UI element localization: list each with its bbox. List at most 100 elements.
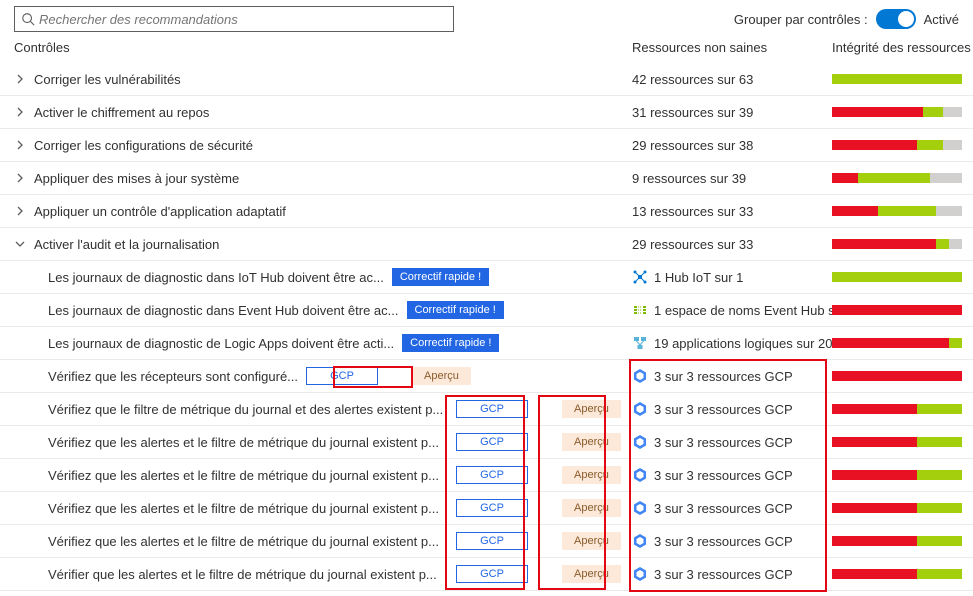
health-bar <box>832 404 962 414</box>
unhealthy-resources: 19 applications logiques sur 20 <box>632 335 832 351</box>
recommendation-row[interactable]: Vérifiez que les alertes et le filtre de… <box>0 459 973 492</box>
health-bar <box>832 239 962 249</box>
header-unhealthy: Ressources non saines <box>632 40 832 55</box>
gcp-icon <box>632 533 648 549</box>
row-label: Vérifiez que les alertes et le filtre de… <box>48 534 448 549</box>
health-bar <box>832 569 962 579</box>
iothub-icon <box>632 269 648 285</box>
header-controls: Contrôles <box>14 40 632 55</box>
row-label: Vérifiez que les alertes et le filtre de… <box>48 501 448 516</box>
health-bar <box>832 173 962 183</box>
chevron-right-icon[interactable] <box>14 107 26 117</box>
preview-badge: Aperçu <box>562 466 621 484</box>
row-label: Activer l'audit et la journalisation <box>34 237 219 252</box>
control-row[interactable]: Appliquer des mises à jour système 9 ress… <box>0 162 973 195</box>
unhealthy-resources: 29 ressources sur 33 <box>632 237 832 252</box>
gcp-icon <box>632 434 648 450</box>
control-row[interactable]: Corriger les vulnérabilités 42 ressources… <box>0 63 973 96</box>
quickfix-badge[interactable]: Correctif rapide ! <box>407 301 504 319</box>
gcp-icon <box>632 500 648 516</box>
recommendation-row[interactable]: Les journaux de diagnostic dans Event Hu… <box>0 294 973 327</box>
chevron-right-icon[interactable] <box>14 206 26 216</box>
group-by-label: Grouper par contrôles : <box>734 12 868 27</box>
preview-badge: Aperçu <box>562 565 621 583</box>
unhealthy-resources: 3 sur 3 ressources GCP <box>632 401 832 417</box>
recommendation-row[interactable]: Vérifiez que les alertes et le filtre de… <box>0 426 973 459</box>
recommendation-row[interactable]: Les journaux de diagnostic dans IoT Hub … <box>0 261 973 294</box>
control-row[interactable]: Activer l'audit et la journalisation 29 r… <box>0 228 973 261</box>
health-bar <box>832 74 962 84</box>
preview-badge: Aperçu <box>562 532 621 550</box>
unhealthy-resources: 3 sur 3 ressources GCP <box>632 500 832 516</box>
eventhub-icon <box>632 302 648 318</box>
preview-badge: Aperçu <box>562 400 621 418</box>
unhealthy-resources: 1 Hub IoT sur 1 <box>632 269 832 285</box>
control-row[interactable]: Appliquer un contrôle d'application adap… <box>0 195 973 228</box>
recommendation-row[interactable]: Vérifiez que les alertes et le filtre de… <box>0 525 973 558</box>
unhealthy-resources: 13 ressources sur 33 <box>632 204 832 219</box>
gcp-icon <box>632 401 648 417</box>
row-label: Les journaux de diagnostic dans Event Hu… <box>48 303 399 318</box>
health-bar <box>832 371 962 381</box>
health-bar <box>832 470 962 480</box>
control-row[interactable]: Corriger les configurations de sécurité 2… <box>0 129 973 162</box>
recommendation-row[interactable]: Vérifiez que le filtre de métrique du jo… <box>0 393 973 426</box>
row-label: Les journaux de diagnostic de Logic Apps… <box>48 336 394 351</box>
gcp-icon <box>632 467 648 483</box>
gcp-badge[interactable]: GCP <box>456 466 528 484</box>
unhealthy-resources: 31 ressources sur 39 <box>632 105 832 120</box>
health-bar <box>832 437 962 447</box>
search-icon <box>21 12 35 26</box>
row-label: Vérifier que les alertes et le filtre de… <box>48 567 448 582</box>
group-toggle-state: Activé <box>924 12 959 27</box>
row-label: Vérifiez que le filtre de métrique du jo… <box>48 402 448 417</box>
recommendation-row[interactable]: Vérifier que les alertes et le filtre de… <box>0 558 973 591</box>
unhealthy-resources: 42 ressources sur 63 <box>632 72 832 87</box>
gcp-badge[interactable]: GCP <box>456 433 528 451</box>
recommendation-row[interactable]: Vérifiez que les alertes et le filtre de… <box>0 492 973 525</box>
preview-badge: Aperçu <box>562 499 621 517</box>
row-label: Corriger les configurations de sécurité <box>34 138 253 153</box>
row-label: Vérifiez que les alertes et le filtre de… <box>48 435 448 450</box>
search-input[interactable] <box>39 12 447 27</box>
chevron-right-icon[interactable] <box>14 173 26 183</box>
recommendation-row[interactable]: Les journaux de diagnostic de Logic Apps… <box>0 327 973 360</box>
unhealthy-resources: 1 espace de noms Event Hub sur 1 <box>632 302 832 318</box>
health-bar <box>832 338 962 348</box>
recommendation-row[interactable]: Vérifiez que les récepteurs sont configu… <box>0 360 973 393</box>
logicapp-icon <box>632 335 648 351</box>
row-label: Appliquer un contrôle d'application adap… <box>34 204 286 219</box>
health-bar <box>832 107 962 117</box>
row-label: Activer le chiffrement au repos <box>34 105 209 120</box>
chevron-right-icon[interactable] <box>14 140 26 150</box>
unhealthy-resources: 9 ressources sur 39 <box>632 171 832 186</box>
group-toggle[interactable] <box>876 9 916 29</box>
gcp-badge[interactable]: GCP <box>306 367 378 385</box>
unhealthy-resources: 3 sur 3 ressources GCP <box>632 566 832 582</box>
preview-badge: Aperçu <box>412 367 471 385</box>
control-row[interactable]: Activer le chiffrement au repos 31 ressou… <box>0 96 973 129</box>
health-bar <box>832 206 962 216</box>
unhealthy-resources: 3 sur 3 ressources GCP <box>632 368 832 384</box>
health-bar <box>832 536 962 546</box>
unhealthy-resources: 3 sur 3 ressources GCP <box>632 533 832 549</box>
row-label: Corriger les vulnérabilités <box>34 72 181 87</box>
gcp-badge[interactable]: GCP <box>456 532 528 550</box>
unhealthy-resources: 3 sur 3 ressources GCP <box>632 434 832 450</box>
quickfix-badge[interactable]: Correctif rapide ! <box>392 268 489 286</box>
chevron-down-icon[interactable] <box>14 239 26 249</box>
quickfix-badge[interactable]: Correctif rapide ! <box>402 334 499 352</box>
gcp-badge[interactable]: GCP <box>456 565 528 583</box>
chevron-right-icon[interactable] <box>14 74 26 84</box>
gcp-icon <box>632 566 648 582</box>
gcp-icon <box>632 368 648 384</box>
health-bar <box>832 305 962 315</box>
row-label: Appliquer des mises à jour système <box>34 171 239 186</box>
gcp-badge[interactable]: GCP <box>456 499 528 517</box>
gcp-badge[interactable]: GCP <box>456 400 528 418</box>
unhealthy-resources: 3 sur 3 ressources GCP <box>632 467 832 483</box>
row-label: Vérifiez que les récepteurs sont configu… <box>48 369 298 384</box>
health-bar <box>832 272 962 282</box>
search-box[interactable] <box>14 6 454 32</box>
unhealthy-resources: 29 ressources sur 38 <box>632 138 832 153</box>
